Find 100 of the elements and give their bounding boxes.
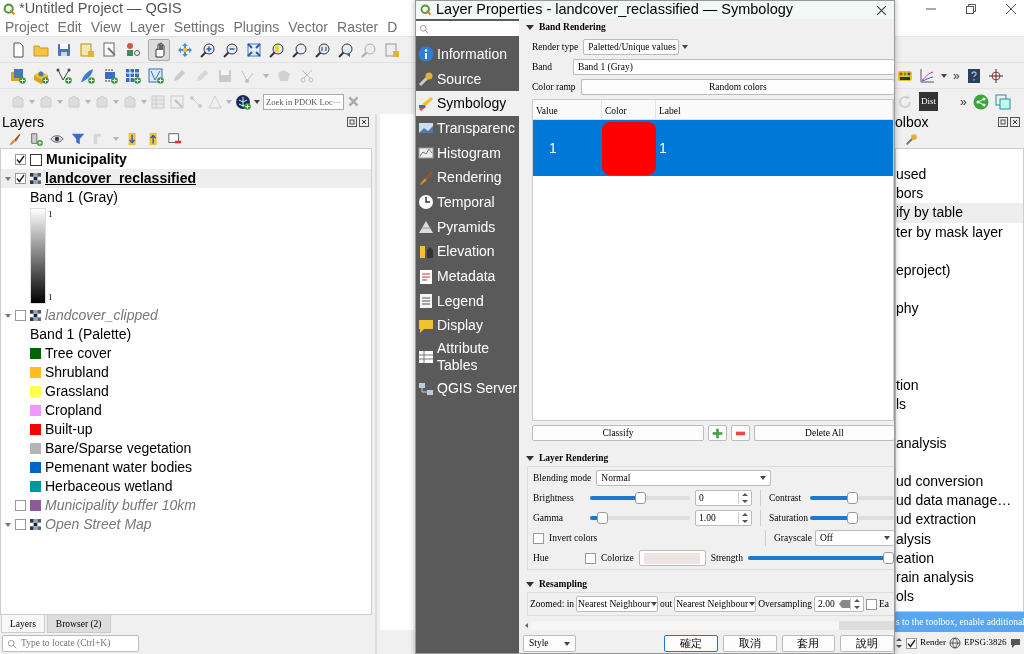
checkbox[interactable] [585, 552, 596, 564]
vector-nodes-icon[interactable] [56, 67, 72, 84]
caret-icon[interactable] [564, 641, 570, 646]
expand-arrow-icon[interactable] [5, 521, 11, 528]
zoom-last-icon[interactable] [338, 41, 354, 58]
search-field[interactable] [416, 21, 519, 36]
menu-item[interactable]: Project [5, 16, 49, 38]
globe-icon[interactable] [949, 637, 961, 649]
dialog-button[interactable]: 套用 [781, 635, 836, 652]
toolbox-item[interactable]: rain analysis [896, 567, 1023, 588]
column-header[interactable]: Value [533, 100, 602, 119]
layer-checkbox[interactable] [15, 519, 26, 530]
dropdown[interactable]: Nearest Neighbour [576, 596, 659, 612]
menu-item[interactable]: Layer [129, 16, 165, 38]
nav-item[interactable]: Pyramids [416, 214, 519, 240]
dropdown[interactable]: Band 1 (Gray) [573, 59, 894, 75]
nav-item[interactable]: Information [416, 42, 519, 67]
slider-handle[interactable] [634, 492, 646, 504]
locate-field[interactable]: Type to locate (Ctrl+K) [2, 635, 139, 652]
brush-icon[interactable] [8, 132, 22, 146]
collapse-arrow-icon[interactable] [526, 23, 534, 31]
toolbox-item[interactable]: eation [896, 548, 1023, 568]
zoom-selection-icon[interactable] [269, 41, 285, 58]
zoom-native-icon[interactable] [315, 41, 331, 58]
slider-handle[interactable] [597, 512, 609, 524]
caret-icon[interactable] [884, 536, 890, 540]
chart-icon[interactable] [919, 67, 935, 84]
menu-item[interactable]: Edit [57, 16, 82, 38]
menu-item[interactable]: Vector [288, 16, 329, 38]
nav-item[interactable]: Display [416, 313, 519, 339]
crs-label[interactable]: EPSG:3826 [964, 636, 1007, 650]
overflow-button[interactable]: » [960, 92, 967, 111]
nav-item[interactable]: Legend [416, 288, 519, 314]
distance-button[interactable]: Dist [919, 91, 938, 112]
toolbox-item[interactable]: phy [896, 299, 1023, 319]
zoom-full-icon[interactable] [246, 41, 262, 58]
spin-arrows-icon[interactable] [895, 637, 903, 649]
expand-arrow-icon[interactable] [5, 175, 11, 182]
close-icon[interactable] [1010, 117, 1020, 127]
toolbox-item[interactable]: ud conversion [896, 472, 1023, 492]
expand-arrow-icon[interactable] [5, 312, 11, 319]
toolbox-item[interactable]: ify by table [896, 203, 1023, 223]
message-bubble-icon[interactable] [1009, 637, 1020, 649]
remove-button[interactable] [731, 425, 750, 441]
filter-icon[interactable] [71, 132, 85, 146]
caret-icon[interactable] [749, 602, 756, 606]
mesh-icon[interactable] [148, 67, 164, 84]
zoom-layer-icon[interactable] [292, 41, 308, 58]
horizontal-scrollbar[interactable] [523, 620, 894, 631]
checkbox[interactable] [866, 598, 878, 610]
dialog-button[interactable]: 確定 [664, 635, 718, 652]
globe-plus-icon[interactable] [235, 93, 251, 110]
toolbox-item[interactable]: ter by mask layer [896, 222, 1023, 242]
spin-box[interactable]: 0 [695, 490, 752, 506]
close-icon[interactable] [1006, 4, 1016, 14]
help-icon[interactable] [965, 67, 982, 84]
toolbox-item[interactable]: ud data manage… [896, 491, 1023, 511]
slider-handle[interactable] [846, 512, 858, 524]
layer-checkbox[interactable] [15, 173, 26, 184]
spin-box[interactable]: 1.00 [695, 510, 752, 526]
toolbox-item[interactable]: analysis [896, 433, 1023, 453]
nav-item[interactable]: Metadata [416, 264, 519, 289]
nav-item[interactable]: Histogram [416, 140, 519, 166]
nav-item[interactable]: Symbology [416, 91, 519, 117]
menu-item[interactable]: View [90, 16, 121, 38]
slider-handle[interactable] [846, 492, 858, 504]
toolbox-item[interactable]: used [896, 165, 1023, 185]
nav-item[interactable]: Transparenc [416, 116, 519, 141]
slider[interactable] [810, 492, 894, 504]
feather-icon[interactable] [79, 67, 95, 84]
dropdown[interactable]: Nearest Neighbour [674, 596, 757, 612]
new-file-icon[interactable] [10, 41, 26, 58]
toolbox-item[interactable]: ls [896, 395, 1023, 415]
layer-checkbox[interactable] [15, 310, 26, 321]
slider[interactable] [747, 552, 894, 564]
zoom-in-icon[interactable] [200, 41, 216, 58]
locator-search-field[interactable]: Zoek in PDOK Loc··· [263, 93, 345, 110]
color-button[interactable] [638, 550, 706, 566]
toolbox-item[interactable]: tion [896, 376, 1023, 396]
color-swatch[interactable] [602, 121, 656, 175]
menu-item[interactable]: D [387, 16, 398, 38]
menu-item[interactable]: Plugins [233, 16, 280, 38]
nav-item[interactable]: Attribute Tables [416, 338, 519, 377]
pan-button[interactable] [148, 38, 170, 61]
caret-icon[interactable] [760, 476, 767, 480]
toolbox-item[interactable]: eproject) [896, 260, 1023, 281]
slider[interactable] [810, 512, 894, 524]
add-group-icon[interactable] [29, 132, 43, 146]
crosshair-icon[interactable] [987, 67, 1004, 84]
document-wrench-icon[interactable] [102, 41, 118, 58]
collapse-arrow-icon[interactable] [526, 454, 534, 462]
dropdown[interactable]: Normal [596, 470, 772, 486]
toolbox-item[interactable]: alysis [896, 529, 1023, 549]
slider[interactable] [590, 512, 690, 524]
add-layer-icon[interactable] [10, 67, 26, 84]
save-icon[interactable] [56, 41, 72, 58]
zoom-out-icon[interactable] [223, 41, 239, 58]
caret-icon[interactable] [651, 602, 658, 606]
layer-checkbox[interactable] [15, 154, 26, 165]
color-ramp-button[interactable]: Random colors [580, 79, 894, 95]
